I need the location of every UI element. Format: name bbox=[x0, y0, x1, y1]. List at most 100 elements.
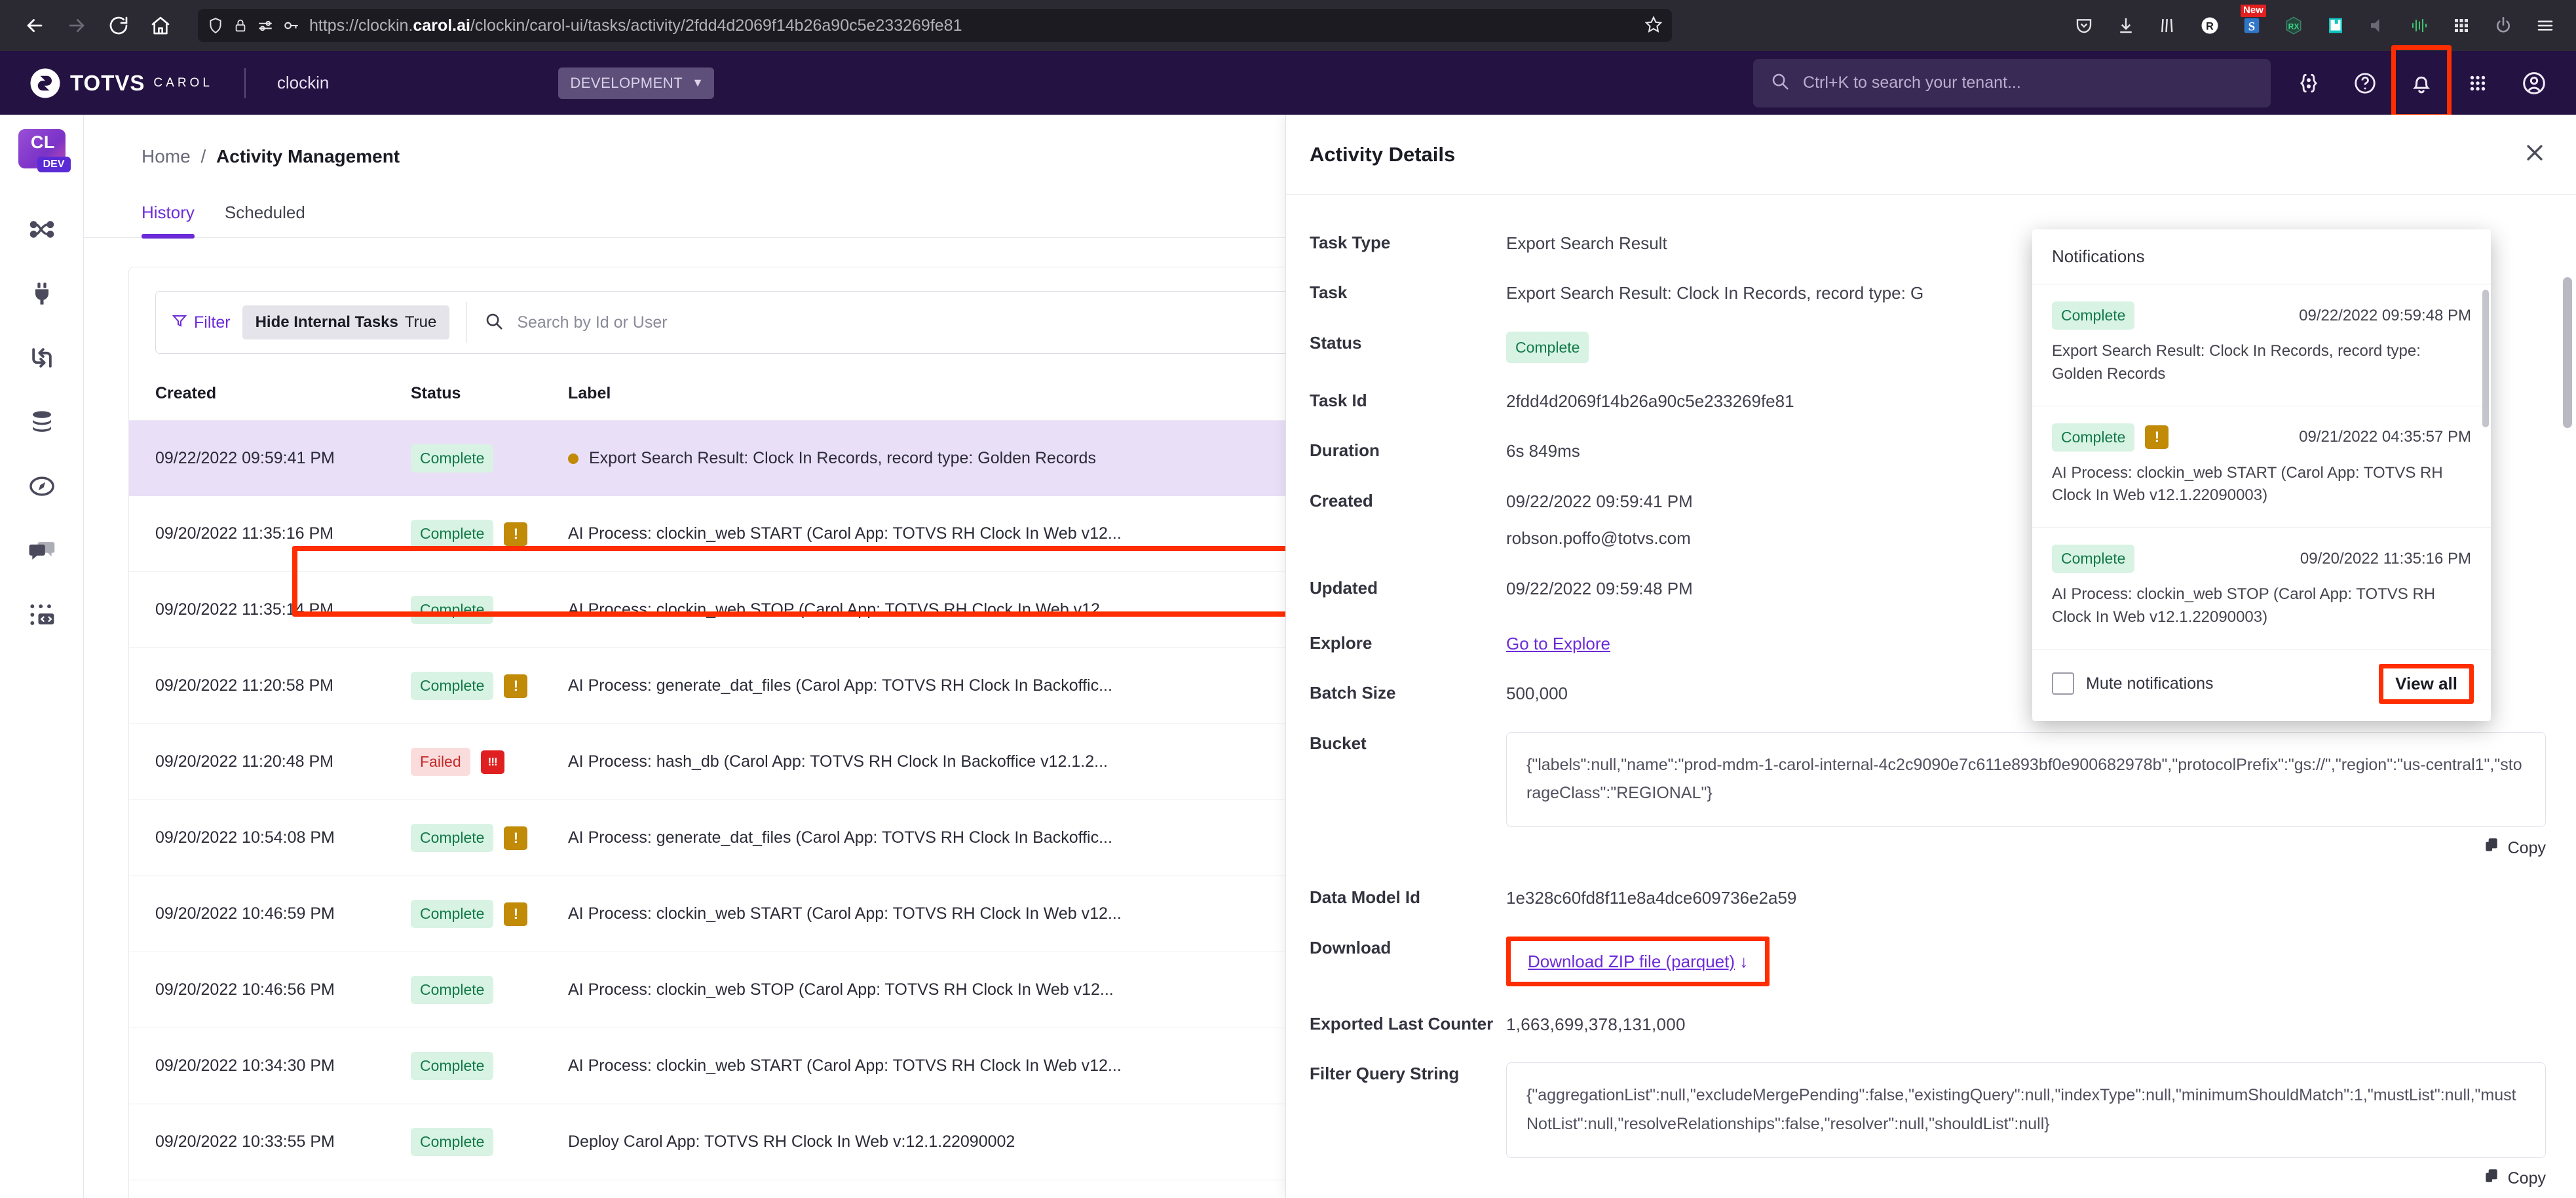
tenant-search-input[interactable]: Ctrl+K to search your tenant... bbox=[1753, 58, 2271, 107]
lock-icon[interactable] bbox=[233, 18, 248, 33]
notification-item[interactable]: Complete! 09/21/2022 04:35:57 PM AI Proces… bbox=[2032, 406, 2491, 528]
close-icon[interactable] bbox=[2524, 142, 2546, 167]
pocket-icon[interactable] bbox=[2072, 13, 2096, 38]
status-badge: Complete bbox=[411, 1052, 494, 1080]
user-circle-icon[interactable] bbox=[2516, 65, 2552, 102]
audio-levels-icon[interactable] bbox=[2407, 13, 2432, 38]
environment-selector[interactable]: DEVELOPMENT ▼ bbox=[558, 67, 715, 99]
view-all-button[interactable]: View all bbox=[2395, 674, 2457, 693]
field-value: 1,663,699,378,131,000 bbox=[1506, 1014, 1686, 1034]
sliders-icon[interactable] bbox=[257, 17, 274, 34]
search-icon bbox=[1770, 71, 1790, 94]
filter-query-value-box[interactable]: {"aggregationList":null,"excludeMergePen… bbox=[1506, 1062, 2546, 1158]
cell-created: 09/20/2022 10:34:30 PM bbox=[129, 1028, 411, 1104]
browser-home-button[interactable] bbox=[142, 7, 180, 45]
label-text: AI Process: generate_dat_files (Carol Ap… bbox=[568, 828, 1112, 847]
url-text[interactable]: https://clockin.carol.ai/clockin/carol-u… bbox=[309, 16, 1635, 35]
apps-grid-icon[interactable] bbox=[2459, 65, 2496, 102]
r-circle-icon[interactable]: R bbox=[2197, 13, 2222, 38]
tab-history[interactable]: History bbox=[142, 203, 195, 239]
chat-bubbles-icon bbox=[28, 536, 56, 568]
col-created[interactable]: Created bbox=[129, 368, 411, 421]
funnel-icon bbox=[172, 313, 187, 333]
tenant-avatar[interactable]: CL DEV bbox=[18, 129, 71, 172]
library-icon[interactable] bbox=[2155, 13, 2180, 38]
drawer-scrollbar[interactable] bbox=[2563, 277, 2572, 428]
star-icon[interactable] bbox=[1644, 15, 1663, 37]
totvs-carol-logo[interactable]: TOTVS CAROL bbox=[29, 67, 213, 100]
warning-severity-icon[interactable]: ! bbox=[504, 674, 528, 699]
filter-divider bbox=[466, 302, 468, 343]
rx-hexagon-icon[interactable]: RX bbox=[2281, 13, 2306, 38]
curly-braces-icon[interactable] bbox=[2290, 65, 2327, 102]
field-label: Explore bbox=[1310, 632, 1373, 653]
notification-item-header: Complete 09/22/2022 09:59:48 PM bbox=[2052, 301, 2471, 330]
avatar-initials: CL bbox=[30, 132, 55, 152]
tab-scheduled[interactable]: Scheduled bbox=[225, 203, 305, 237]
apps-grid-icon[interactable] bbox=[2449, 13, 2474, 38]
bell-icon bbox=[2412, 76, 2431, 93]
save-floppy-icon[interactable] bbox=[2323, 13, 2348, 38]
sidebar-item-apps[interactable] bbox=[9, 584, 75, 648]
url-prefix: https://clockin. bbox=[309, 16, 413, 35]
notification-item[interactable]: Complete 09/22/2022 09:59:48 PM Export Sea… bbox=[2032, 284, 2491, 406]
header-right-actions: Ctrl+K to search your tenant... bbox=[1753, 45, 2552, 119]
sidebar-item-data-flow[interactable] bbox=[9, 327, 75, 391]
power-icon[interactable] bbox=[2491, 13, 2516, 38]
bucket-value-box[interactable]: {"labels":null,"name":"prod-mdm-1-carol-… bbox=[1506, 731, 2546, 828]
url-bar[interactable]: https://clockin.carol.ai/clockin/carol-u… bbox=[198, 9, 1672, 42]
shield-icon[interactable] bbox=[207, 17, 224, 34]
error-severity-icon[interactable]: !!! bbox=[480, 750, 504, 775]
field-label: Duration bbox=[1310, 440, 1380, 461]
s-blue-icon[interactable]: S New bbox=[2239, 5, 2266, 38]
col-status[interactable]: Status bbox=[411, 368, 568, 421]
status-badge: Complete bbox=[2052, 423, 2135, 452]
field-label: Bucket bbox=[1310, 733, 1367, 753]
svg-text:RX: RX bbox=[2288, 22, 2300, 31]
bucket-copy-button[interactable]: Copy bbox=[1506, 836, 2546, 860]
notifications-bell-button[interactable] bbox=[2391, 45, 2452, 119]
sidebar-item-chat[interactable] bbox=[9, 520, 75, 584]
question-circle-icon[interactable] bbox=[2347, 65, 2383, 102]
menu-hamburger-icon[interactable] bbox=[2533, 13, 2558, 38]
url-host: carol.ai bbox=[413, 16, 470, 35]
brand[interactable]: TOTVS CAROL clockin bbox=[29, 67, 329, 100]
mute-checkbox[interactable] bbox=[2052, 672, 2074, 695]
filter-button[interactable]: Filter bbox=[172, 313, 242, 333]
browser-back-button[interactable] bbox=[16, 7, 54, 45]
breadcrumb-home-link[interactable]: Home bbox=[142, 146, 191, 166]
browser-forward-button[interactable] bbox=[58, 7, 96, 45]
field-label: Created bbox=[1310, 490, 1373, 511]
search-icon bbox=[484, 311, 504, 334]
sidebar-item-pipelines[interactable] bbox=[9, 199, 75, 263]
hide-internal-tasks-chip[interactable]: Hide Internal Tasks True bbox=[242, 305, 450, 339]
notifications-scrollbar[interactable] bbox=[2482, 290, 2489, 427]
sidebar-item-explore[interactable] bbox=[9, 455, 75, 520]
cell-created: 09/20/2022 11:35:14 PM bbox=[129, 571, 411, 648]
filter-query-copy-button[interactable]: Copy bbox=[1506, 1167, 2546, 1191]
sidebar-item-data-models[interactable] bbox=[9, 391, 75, 455]
downloads-icon[interactable] bbox=[2113, 13, 2138, 38]
notification-item[interactable]: Complete 09/20/2022 11:35:16 PM AI Process… bbox=[2032, 528, 2491, 649]
warning-severity-icon[interactable]: ! bbox=[504, 902, 528, 927]
cell-status: Complete bbox=[411, 952, 568, 1028]
volume-icon[interactable] bbox=[2365, 13, 2390, 38]
chip-label: Hide Internal Tasks bbox=[255, 313, 398, 331]
go-to-explore-link[interactable]: Go to Explore bbox=[1506, 634, 1610, 653]
browser-reload-button[interactable] bbox=[100, 7, 138, 45]
copy-label: Copy bbox=[2507, 1169, 2546, 1188]
notifications-title: Notifications bbox=[2032, 229, 2491, 284]
warning-severity-icon[interactable]: ! bbox=[504, 826, 528, 851]
warning-severity-icon[interactable]: ! bbox=[2145, 425, 2169, 450]
download-zip-link[interactable]: Download ZIP file (parquet) bbox=[1528, 952, 1735, 971]
plug-connector-icon bbox=[29, 279, 55, 311]
mute-notifications-toggle[interactable]: Mute notifications bbox=[2052, 672, 2214, 695]
sidebar-item-connectors[interactable] bbox=[9, 263, 75, 327]
app-header: TOTVS CAROL clockin DEVELOPMENT ▼ Ctrl+K… bbox=[0, 45, 2576, 119]
mute-label: Mute notifications bbox=[2086, 674, 2214, 693]
key-icon[interactable] bbox=[283, 17, 300, 34]
warning-severity-icon[interactable]: ! bbox=[504, 522, 528, 547]
status-badge: Complete bbox=[1506, 331, 1589, 363]
main-content: Home / Activity Management History Sched… bbox=[84, 115, 2576, 1198]
tenant-search-placeholder: Ctrl+K to search your tenant... bbox=[1803, 73, 2021, 92]
